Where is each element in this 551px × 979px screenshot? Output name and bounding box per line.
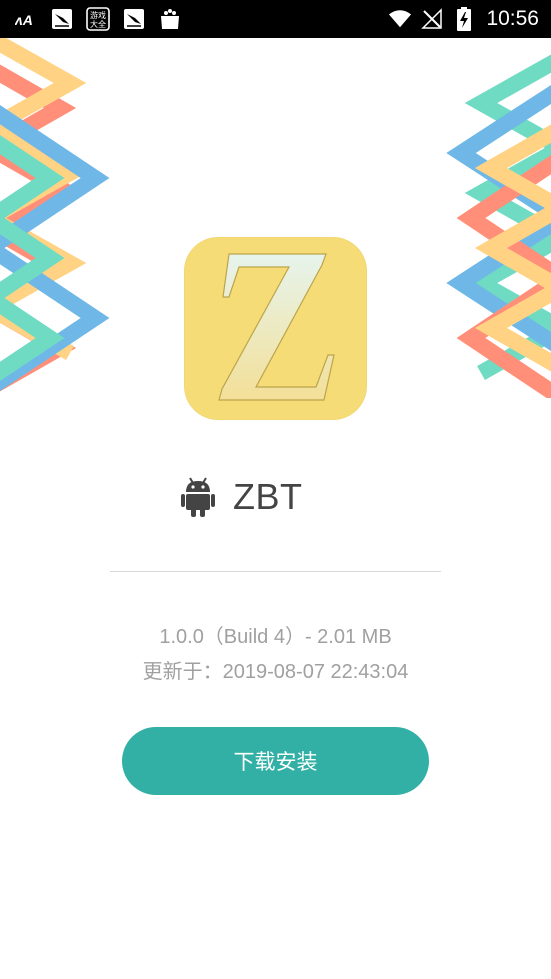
status-bar-right-icons: 10:56 [388, 0, 539, 38]
updated-info: 更新于：2019-08-07 22:43:04 [142, 661, 409, 683]
decorative-stripes-right [446, 54, 551, 398]
no-signal-icon [420, 7, 444, 31]
shopping-bag-icon [158, 7, 182, 31]
status-bar-left-icons: ʌA 游戏 大全 [14, 6, 182, 32]
notification-app-icon [122, 7, 146, 31]
notification-app-icon [50, 7, 74, 31]
status-bar: ʌA 游戏 大全 10:56 [0, 0, 551, 38]
android-icon [181, 477, 215, 517]
decorative-stripes-left [0, 38, 110, 392]
app-name: ZBT [233, 476, 303, 517]
app-title-row: ZBT [181, 474, 303, 520]
download-install-button[interactable]: 下载安装 [122, 727, 429, 795]
app-icon [184, 237, 367, 420]
version-info: 1.0.0（Build 4）- 2.01 MB [159, 626, 392, 648]
svg-text:ʌA: ʌA [15, 12, 33, 28]
wifi-icon [388, 7, 412, 31]
games-center-label-top: 游戏 [90, 10, 106, 20]
status-bar-time: 10:56 [486, 7, 539, 30]
divider [110, 571, 441, 572]
font-app-icon: ʌA [14, 7, 38, 31]
battery-charging-icon [452, 7, 476, 31]
games-center-icon: 游戏 大全 [86, 7, 110, 31]
games-center-label-bottom: 大全 [90, 19, 106, 29]
